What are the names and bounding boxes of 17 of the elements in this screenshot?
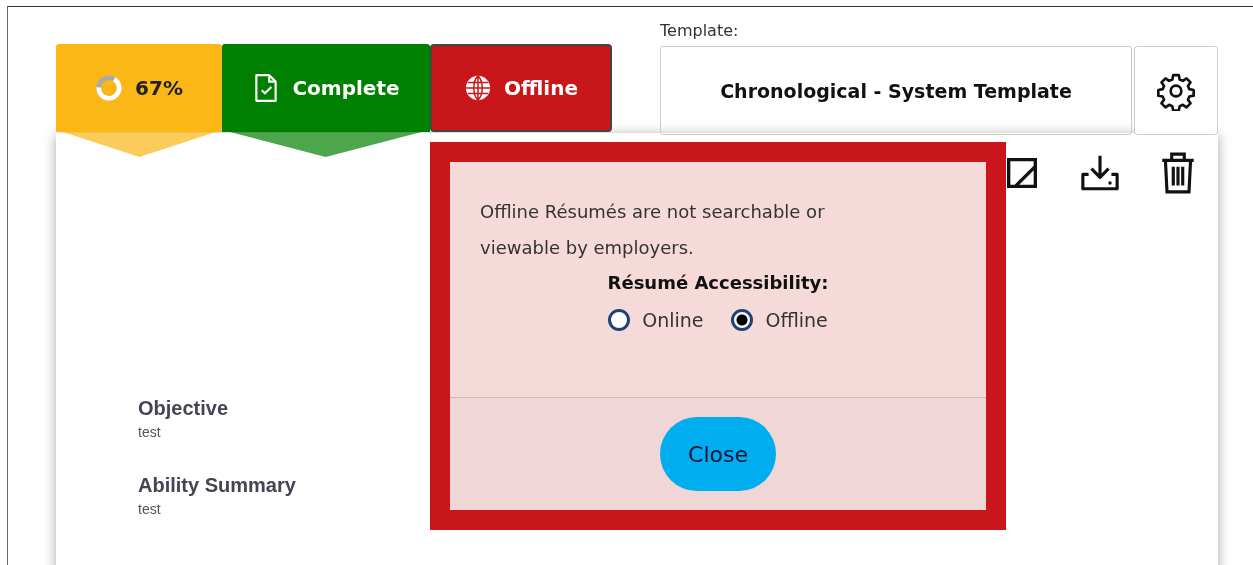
section-text: test: [138, 501, 162, 517]
globe-icon: [464, 73, 492, 103]
settings-button[interactable]: [1134, 46, 1218, 135]
popover-message: Offline Résumés are not searchable or viewable by employers.: [480, 200, 826, 260]
radio-option[interactable]: Online: [608, 309, 704, 331]
radio-option[interactable]: Offline: [731, 309, 828, 331]
radio-button[interactable]: [731, 309, 754, 331]
section-text: test: [138, 424, 162, 440]
progress-ring-icon: [95, 73, 124, 103]
close-button[interactable]: Close: [660, 417, 776, 491]
status-tab[interactable]: Offline: [430, 44, 612, 132]
template-select[interactable]: Chronological - System Template: [660, 46, 1132, 135]
section-heading: Ability Summary: [138, 474, 296, 497]
radio-button[interactable]: [608, 309, 631, 331]
section-heading: Objective: [138, 397, 230, 420]
template-label: Template:: [660, 21, 740, 40]
accessibility-heading: Résumé Accessibility:: [607, 272, 829, 293]
